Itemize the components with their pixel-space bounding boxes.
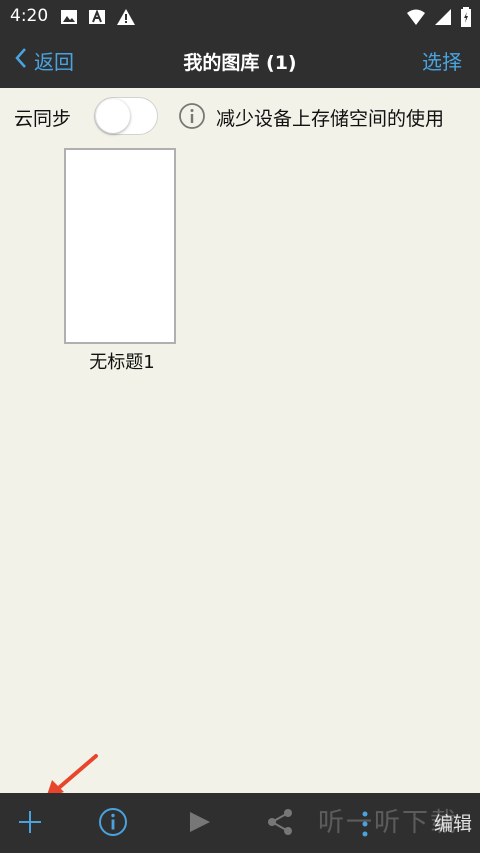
status-bar: 4:20 <box>0 0 480 34</box>
gallery-thumbnail[interactable] <box>64 148 176 344</box>
status-system-icons <box>406 7 472 31</box>
share-icon[interactable] <box>266 807 294 841</box>
gallery-item[interactable]: 无标题1 <box>64 148 180 374</box>
sync-row: 云同步 减少设备上存储空间的使用 <box>0 88 480 144</box>
select-button[interactable]: 选择 <box>422 46 462 75</box>
battery-icon <box>460 7 472 31</box>
sync-label: 云同步 <box>14 108 72 130</box>
sync-toggle[interactable] <box>94 97 158 135</box>
sync-description: 减少设备上存储空间的使用 <box>216 108 445 130</box>
a-icon <box>88 8 106 30</box>
gallery-item-title: 无标题1 <box>89 352 155 373</box>
page-title: 我的图库 (1) <box>183 52 297 74</box>
toggle-knob <box>96 99 130 133</box>
warning-icon <box>116 8 136 30</box>
status-notification-icons <box>60 8 136 30</box>
info-icon[interactable] <box>98 807 128 841</box>
watermark: 听一听下载 <box>318 808 459 838</box>
wifi-icon <box>406 8 426 30</box>
nav-bar: 返回 我的图库 (1) 选择 <box>0 34 480 88</box>
add-icon[interactable] <box>16 807 44 841</box>
status-time: 4:20 <box>10 6 49 26</box>
info-icon[interactable] <box>178 102 206 134</box>
image-icon <box>60 8 78 30</box>
signal-icon <box>434 8 452 30</box>
play-icon[interactable] <box>186 807 212 841</box>
